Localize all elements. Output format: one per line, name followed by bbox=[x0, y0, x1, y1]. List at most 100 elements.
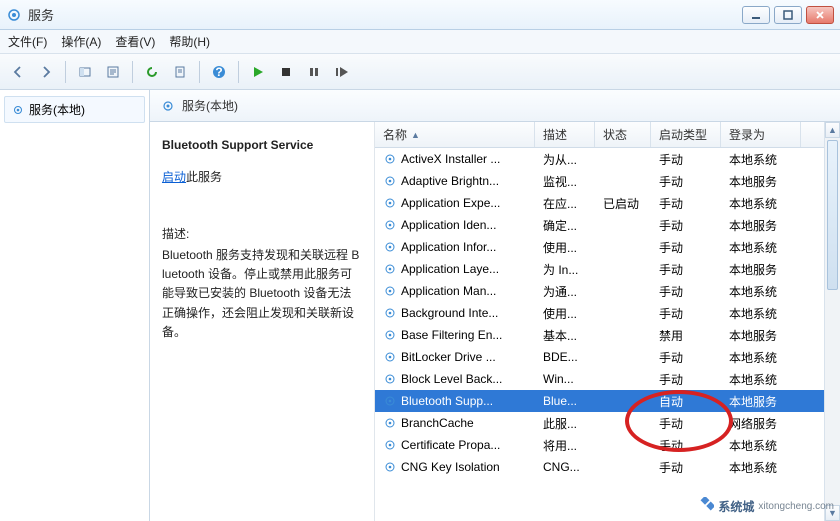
service-row[interactable]: CNG Key IsolationCNG... 手动本地系统 bbox=[375, 456, 840, 478]
cell-logon: 本地系统 bbox=[721, 305, 801, 322]
close-button[interactable] bbox=[806, 6, 834, 24]
cell-logon: 本地系统 bbox=[721, 371, 801, 388]
service-row[interactable]: Base Filtering En...基本...禁用本地服务 bbox=[375, 324, 840, 346]
cell-desc: 确定... bbox=[535, 217, 595, 234]
start-service-link[interactable]: 启动 bbox=[162, 170, 186, 184]
cell-startup: 手动 bbox=[651, 459, 721, 476]
cell-logon: 本地系统 bbox=[721, 459, 801, 476]
forward-button[interactable] bbox=[34, 60, 58, 84]
cell-logon: 本地服务 bbox=[721, 173, 801, 190]
cell-name: Adaptive Brightn... bbox=[375, 174, 535, 188]
service-row[interactable]: Bluetooth Supp...Blue...自动本地服务 bbox=[375, 390, 840, 412]
cell-desc: 为通... bbox=[535, 283, 595, 300]
cell-desc: 为 In... bbox=[535, 261, 595, 278]
cell-startup: 手动 bbox=[651, 151, 721, 168]
cell-status: 已启动 bbox=[595, 195, 651, 212]
scroll-thumb[interactable] bbox=[827, 140, 838, 290]
cell-desc: 在应... bbox=[535, 195, 595, 212]
start-service-tail: 此服务 bbox=[186, 170, 222, 184]
cell-desc: 将用... bbox=[535, 437, 595, 454]
cell-desc: 监视... bbox=[535, 173, 595, 190]
pause-button[interactable] bbox=[302, 60, 326, 84]
service-row[interactable]: Background Inte...使用...手动本地系统 bbox=[375, 302, 840, 324]
cell-logon: 网络服务 bbox=[721, 415, 801, 432]
cell-startup: 手动 bbox=[651, 415, 721, 432]
cell-startup: 手动 bbox=[651, 283, 721, 300]
cell-desc: 使用... bbox=[535, 305, 595, 322]
service-row[interactable]: ActiveX Installer ...为从...手动本地系统 bbox=[375, 148, 840, 170]
cell-logon: 本地服务 bbox=[721, 217, 801, 234]
body: 服务(本地) 服务(本地) Bluetooth Support Service … bbox=[0, 90, 840, 521]
cell-logon: 本地系统 bbox=[721, 283, 801, 300]
minimize-button[interactable] bbox=[742, 6, 770, 24]
col-desc[interactable]: 描述 bbox=[535, 122, 595, 147]
tree-root-services-local[interactable]: 服务(本地) bbox=[4, 96, 145, 123]
cell-startup: 手动 bbox=[651, 173, 721, 190]
cell-desc: 基本... bbox=[535, 327, 595, 344]
separator bbox=[65, 61, 66, 83]
window-buttons bbox=[742, 6, 834, 24]
separator bbox=[238, 61, 239, 83]
gear-icon bbox=[11, 103, 25, 117]
col-logon[interactable]: 登录为 bbox=[721, 122, 801, 147]
col-name[interactable]: 名称▲ bbox=[375, 122, 535, 147]
back-button[interactable] bbox=[6, 60, 30, 84]
restart-button[interactable] bbox=[330, 60, 354, 84]
cell-desc: 此服... bbox=[535, 415, 595, 432]
cell-logon: 本地系统 bbox=[721, 437, 801, 454]
service-row[interactable]: BitLocker Drive ...BDE...手动本地系统 bbox=[375, 346, 840, 368]
service-row[interactable]: Application Iden...确定...手动本地服务 bbox=[375, 214, 840, 236]
menu-file[interactable]: 文件(F) bbox=[8, 33, 47, 50]
menu-view[interactable]: 查看(V) bbox=[115, 33, 155, 50]
service-row[interactable]: Application Expe...在应...已启动手动本地系统 bbox=[375, 192, 840, 214]
cell-name: Block Level Back... bbox=[375, 372, 535, 386]
titlebar: 服务 bbox=[0, 0, 840, 30]
start-button[interactable] bbox=[246, 60, 270, 84]
cell-startup: 自动 bbox=[651, 393, 721, 410]
service-row[interactable]: Application Laye...为 In...手动本地服务 bbox=[375, 258, 840, 280]
sort-arrow-icon: ▲ bbox=[411, 130, 420, 140]
menu-help[interactable]: 帮助(H) bbox=[169, 33, 210, 50]
cell-startup: 手动 bbox=[651, 239, 721, 256]
service-row[interactable]: Application Man...为通...手动本地系统 bbox=[375, 280, 840, 302]
svg-text:?: ? bbox=[215, 65, 222, 79]
show-hide-button[interactable] bbox=[73, 60, 97, 84]
tree-root-label: 服务(本地) bbox=[29, 101, 85, 118]
cell-logon: 本地服务 bbox=[721, 261, 801, 278]
cell-name: Background Inte... bbox=[375, 306, 535, 320]
gear-icon bbox=[383, 196, 397, 210]
cell-startup: 手动 bbox=[651, 437, 721, 454]
properties-button[interactable] bbox=[101, 60, 125, 84]
service-row[interactable]: Adaptive Brightn...监视... 手动本地服务 bbox=[375, 170, 840, 192]
service-row[interactable]: Application Infor...使用...手动本地系统 bbox=[375, 236, 840, 258]
stop-button[interactable] bbox=[274, 60, 298, 84]
cell-name: BranchCache bbox=[375, 416, 535, 430]
cell-name: Bluetooth Supp... bbox=[375, 394, 535, 408]
menu-action[interactable]: 操作(A) bbox=[61, 33, 101, 50]
right-header-label: 服务(本地) bbox=[182, 97, 238, 114]
gear-icon bbox=[383, 174, 397, 188]
col-startup[interactable]: 启动类型 bbox=[651, 122, 721, 147]
service-row[interactable]: BranchCache此服... 手动网络服务 bbox=[375, 412, 840, 434]
menubar: 文件(F) 操作(A) 查看(V) 帮助(H) bbox=[0, 30, 840, 54]
cell-name: CNG Key Isolation bbox=[375, 460, 535, 474]
cell-name: Application Iden... bbox=[375, 218, 535, 232]
gear-icon bbox=[383, 262, 397, 276]
separator bbox=[132, 61, 133, 83]
refresh-button[interactable] bbox=[140, 60, 164, 84]
service-row[interactable]: Certificate Propa...将用...手动本地系统 bbox=[375, 434, 840, 456]
help-button[interactable]: ? bbox=[207, 60, 231, 84]
cell-desc: Blue... bbox=[535, 394, 595, 408]
cell-desc: Win... bbox=[535, 372, 595, 386]
window-title: 服务 bbox=[28, 5, 742, 24]
right-pane: 服务(本地) Bluetooth Support Service 启动此服务 描… bbox=[150, 90, 840, 521]
col-status[interactable]: 状态 bbox=[595, 122, 651, 147]
maximize-button[interactable] bbox=[774, 6, 802, 24]
scroll-up-button[interactable]: ▲ bbox=[825, 122, 840, 138]
service-row[interactable]: Block Level Back...Win...手动本地系统 bbox=[375, 368, 840, 390]
export-button[interactable] bbox=[168, 60, 192, 84]
watermark-icon bbox=[696, 497, 714, 515]
vertical-scrollbar[interactable]: ▲ ▼ bbox=[824, 122, 840, 521]
cell-desc: CNG... bbox=[535, 460, 595, 474]
cell-name: Application Laye... bbox=[375, 262, 535, 276]
